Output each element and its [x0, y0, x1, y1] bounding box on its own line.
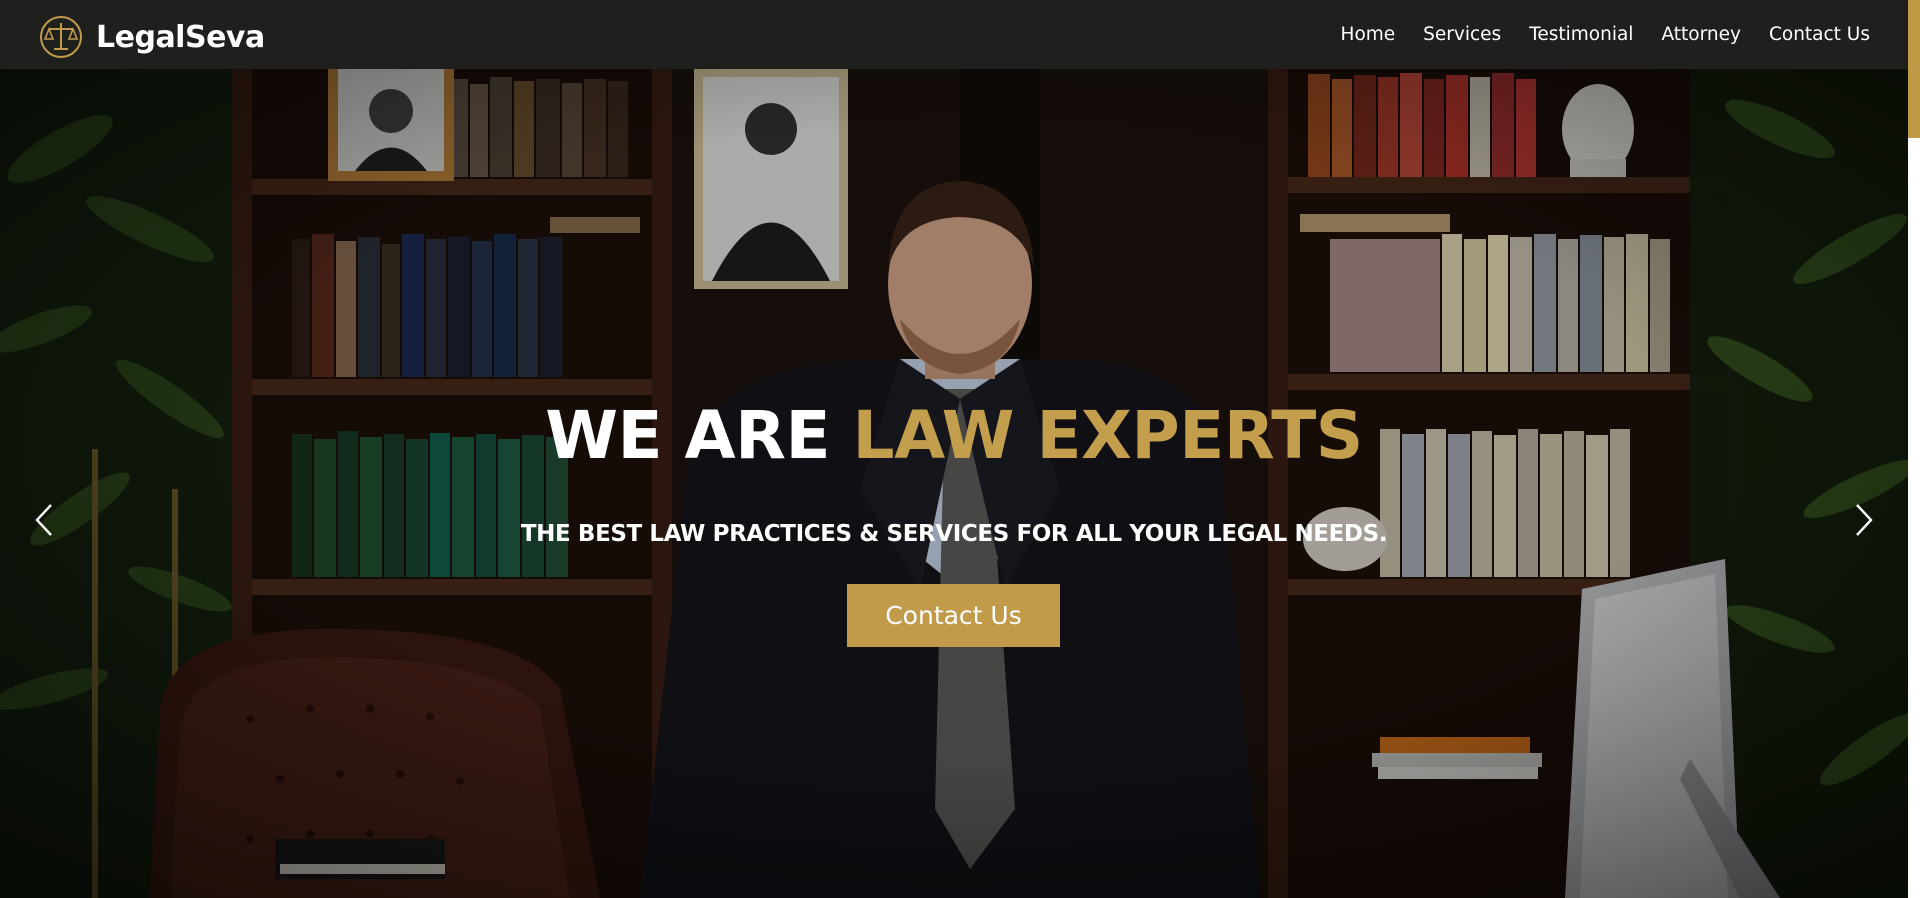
scrollbar-thumb[interactable]	[1908, 0, 1920, 138]
nav-item-services[interactable]: Services	[1423, 24, 1501, 45]
chevron-left-icon	[34, 503, 54, 541]
contact-us-button[interactable]: Contact Us	[847, 584, 1060, 647]
hero-title-white: WE ARE	[545, 397, 853, 474]
page-scrollbar[interactable]	[1908, 0, 1920, 898]
hero-subtitle: THE BEST LAW PRACTICES & SERVICES FOR AL…	[520, 521, 1388, 547]
nav-item-home[interactable]: Home	[1341, 24, 1396, 45]
brand-name: LegalSeva	[96, 19, 265, 55]
brand-home-link[interactable]: LegalSeva	[38, 14, 265, 60]
hero-title-gold: LAW EXPERTS	[852, 397, 1364, 474]
hero-title: WE ARE LAW EXPERTS	[0, 403, 1908, 469]
nav-item-contact-us[interactable]: Contact Us	[1769, 24, 1870, 45]
nav-item-testimonial[interactable]: Testimonial	[1529, 24, 1633, 45]
top-navbar: LegalSeva Home Services Testimonial Atto…	[0, 0, 1908, 69]
hero-dark-overlay	[0, 69, 1908, 898]
chevron-right-icon	[1854, 503, 1874, 541]
nav-item-attorney[interactable]: Attorney	[1661, 24, 1741, 45]
carousel-prev-button[interactable]	[30, 502, 58, 542]
carousel-next-button[interactable]	[1850, 502, 1878, 542]
main-nav: Home Services Testimonial Attorney Conta…	[1341, 0, 1870, 69]
scales-of-justice-icon	[38, 14, 84, 60]
hero-carousel: WE ARE LAW EXPERTS THE BEST LAW PRACTICE…	[0, 69, 1908, 898]
